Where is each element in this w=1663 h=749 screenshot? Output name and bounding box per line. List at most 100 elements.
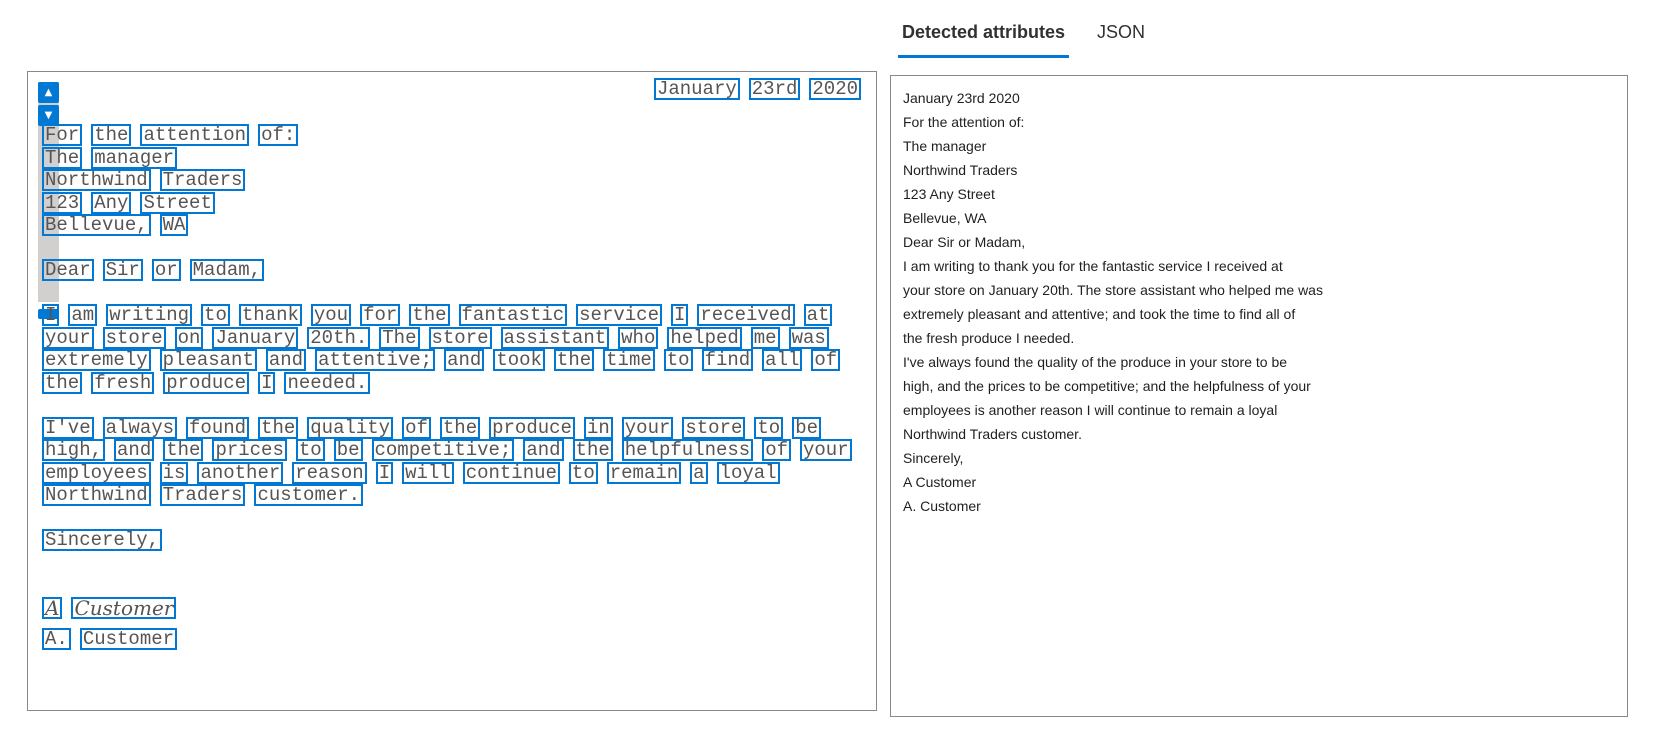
detected-word-box[interactable]: of [402, 417, 431, 439]
detected-word-box[interactable]: and [523, 439, 564, 461]
detected-word-box[interactable]: store [428, 327, 492, 349]
detected-word-box[interactable]: found [186, 417, 250, 439]
detected-word-box[interactable]: store [682, 417, 746, 439]
detected-word-box[interactable]: quality [307, 417, 394, 439]
detected-word-box[interactable]: the [409, 304, 450, 326]
tab-json[interactable]: JSON [1093, 18, 1149, 58]
detected-word-box[interactable]: employees [42, 462, 151, 484]
detected-word-box[interactable]: competitive; [371, 439, 515, 461]
detected-word-box[interactable]: I've [42, 417, 94, 439]
detected-word-box[interactable]: your [800, 439, 852, 461]
detected-word-box[interactable]: helped [667, 327, 742, 349]
detected-word-box[interactable]: of: [258, 124, 299, 146]
detected-word-box[interactable]: received [697, 304, 795, 326]
detected-word-box[interactable]: Dear [42, 259, 94, 281]
detected-word-box[interactable]: a [690, 462, 708, 484]
detected-word-box[interactable]: 23rd [748, 78, 801, 100]
detected-word-box[interactable]: or [151, 259, 181, 281]
detected-word-box[interactable]: customer. [254, 484, 364, 506]
detected-word-box[interactable]: assistant [500, 327, 610, 349]
detected-word-box[interactable]: I [258, 372, 276, 394]
detected-word-box[interactable]: you [310, 304, 352, 326]
detected-word-box[interactable]: produce [163, 372, 250, 394]
detected-word-box[interactable]: Bellevue, [42, 214, 151, 236]
detected-word-box[interactable]: A. [42, 628, 71, 650]
detected-word-box[interactable]: Customer [79, 628, 178, 650]
detected-word-box[interactable]: who [618, 327, 659, 349]
detected-word-box[interactable]: at [803, 304, 833, 326]
detected-word-box[interactable]: service [576, 304, 662, 326]
detected-word-box[interactable]: I [42, 304, 60, 326]
detected-word-box[interactable]: of [762, 439, 791, 461]
detected-word-box[interactable]: on [174, 327, 204, 349]
detected-word-box[interactable]: manager [91, 147, 178, 169]
detected-word-box[interactable]: your [621, 417, 674, 439]
detected-word-box[interactable]: the [91, 124, 132, 146]
detected-word-box[interactable]: Sir [102, 259, 143, 281]
detected-word-box[interactable]: and [265, 349, 307, 371]
detected-word-box[interactable]: produce [489, 417, 575, 439]
tab-detected-attributes[interactable]: Detected attributes [898, 18, 1070, 58]
detected-word-box[interactable]: 2020 [809, 78, 861, 100]
detected-word-box[interactable]: Any [91, 192, 132, 214]
detected-word-box[interactable]: time [603, 349, 655, 371]
detected-word-box[interactable]: will [402, 462, 454, 484]
detected-word-box[interactable]: the [258, 417, 299, 439]
detected-word-box[interactable]: and [444, 349, 485, 371]
detected-word-box[interactable]: the [439, 417, 481, 439]
detected-word-box[interactable]: in [583, 417, 613, 439]
detected-word-box[interactable]: your [42, 327, 94, 349]
detected-word-box[interactable]: was [788, 327, 829, 349]
detected-word-box[interactable]: Sincerely, [42, 529, 163, 551]
detected-word-box[interactable]: continue [462, 462, 560, 484]
detected-word-box[interactable]: am [68, 304, 98, 326]
detected-word-box[interactable]: high, [42, 439, 106, 461]
detected-word-box[interactable]: Traders [159, 484, 246, 506]
detected-word-box[interactable]: for [360, 304, 401, 326]
detected-word-box[interactable]: to [295, 439, 325, 461]
detected-word-box[interactable]: and [114, 439, 155, 461]
detected-word-box[interactable]: Traders [159, 169, 246, 191]
detected-word-box[interactable]: Northwind [42, 169, 151, 191]
detected-word-box[interactable]: January [212, 327, 299, 349]
detected-word-box[interactable]: Customer [71, 597, 177, 619]
detected-word-box[interactable]: to [754, 417, 784, 439]
detected-word-box[interactable]: fresh [91, 372, 155, 394]
detected-word-box[interactable]: The [379, 327, 420, 349]
detected-word-box[interactable]: loyal [716, 462, 780, 484]
detected-word-box[interactable]: be [333, 439, 363, 461]
detected-word-box[interactable]: attentive; [315, 349, 436, 371]
detected-word-box[interactable]: extremely [42, 349, 151, 371]
detected-word-box[interactable]: all [762, 349, 803, 371]
detected-word-box[interactable]: 20th. [307, 327, 371, 349]
detected-word-box[interactable]: pleasant [159, 349, 257, 371]
detected-word-box[interactable]: to [663, 349, 693, 371]
detected-word-box[interactable]: January [653, 78, 740, 100]
detected-word-box[interactable]: prices [212, 439, 287, 461]
detected-word-box[interactable]: writing [106, 304, 193, 326]
detected-word-box[interactable]: attention [140, 124, 250, 146]
detected-word-box[interactable]: reason [292, 462, 367, 484]
detected-word-box[interactable]: the [572, 439, 613, 461]
detected-word-box[interactable]: fantastic [458, 304, 568, 326]
detected-word-box[interactable]: thank [238, 304, 302, 326]
detected-word-box[interactable]: WA [159, 214, 189, 236]
detected-word-box[interactable]: Northwind [42, 484, 151, 506]
detected-word-box[interactable]: took [493, 349, 545, 371]
detected-word-box[interactable]: store [102, 327, 166, 349]
detected-word-box[interactable]: always [102, 417, 178, 439]
detected-word-box[interactable]: needed. [284, 372, 371, 394]
detected-word-box[interactable]: the [163, 439, 204, 461]
detected-word-box[interactable]: Madam, [189, 259, 265, 281]
detected-word-box[interactable]: of [811, 349, 841, 371]
detected-word-box[interactable]: The [42, 147, 83, 169]
detected-word-box[interactable]: to [201, 304, 230, 326]
detected-word-box[interactable]: I [375, 462, 394, 484]
detected-word-box[interactable]: is [159, 462, 189, 484]
detected-word-box[interactable]: remain [606, 462, 682, 484]
detected-word-box[interactable]: be [792, 417, 822, 439]
detected-word-box[interactable]: me [750, 327, 780, 349]
detected-word-box[interactable]: A [42, 597, 63, 619]
detected-word-box[interactable]: the [553, 349, 595, 371]
detected-word-box[interactable]: Street [140, 192, 215, 214]
